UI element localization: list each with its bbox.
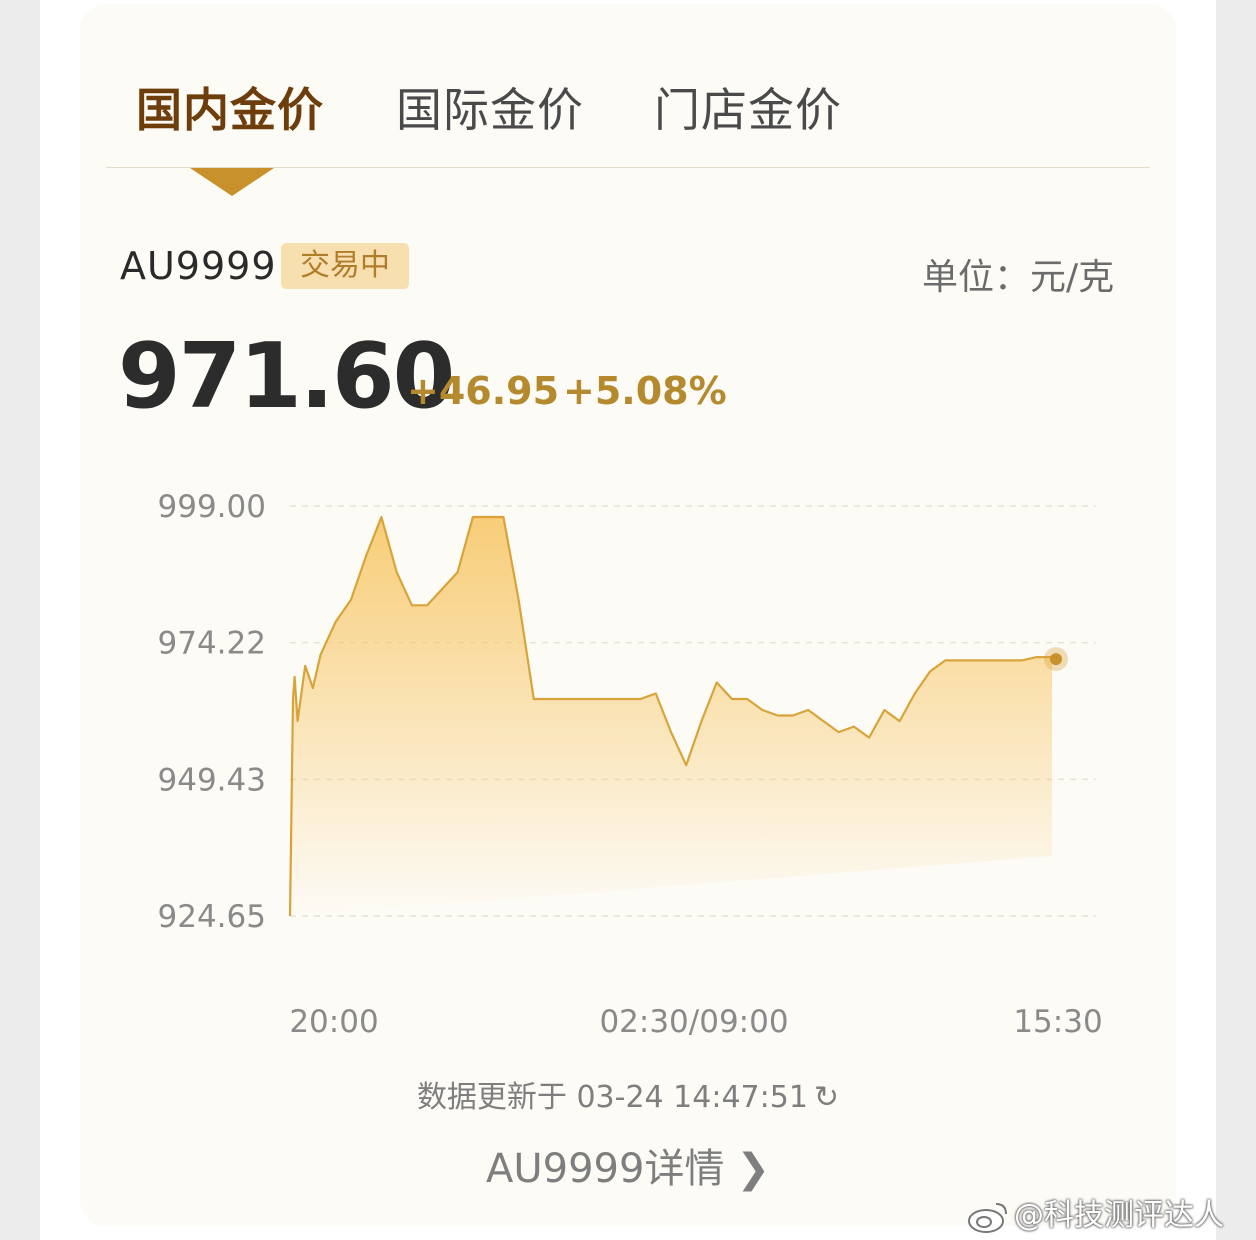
y-tick-label: 924.65 bbox=[158, 899, 266, 935]
active-tab-indicator bbox=[190, 168, 274, 196]
tab-store-gold[interactable]: 门店金价 bbox=[654, 74, 842, 140]
refresh-icon[interactable]: ↻ bbox=[814, 1080, 839, 1115]
price-area bbox=[290, 517, 1052, 916]
au9999-detail-link[interactable]: AU9999详情 ❯ bbox=[80, 1136, 1176, 1194]
update-time-line: 数据更新于 03-24 14:47:51 ↻ bbox=[80, 1072, 1176, 1116]
price-unit: 单位：元/克 bbox=[922, 257, 1115, 298]
tab-domestic-gold[interactable]: 国内金价 bbox=[136, 74, 324, 140]
gold-price-card: 国内金价 国际金价 门店金价 AU9999 交易中 单位：元/克 971.60 … bbox=[80, 4, 1176, 1226]
trading-status-badge: 交易中 bbox=[281, 243, 409, 289]
intraday-price-chart[interactable]: 999.00 974.22 949.43 924.65 20:00 02:30/09:00… bbox=[80, 474, 1176, 1054]
y-tick-label: 949.43 bbox=[158, 762, 266, 798]
watermark-text: @科技测评达人 bbox=[1014, 1198, 1224, 1233]
price-change-percent: +5.08% bbox=[563, 369, 727, 413]
x-tick-label: 02:30/09:00 bbox=[599, 1004, 788, 1040]
watermark: @科技测评达人 bbox=[966, 1190, 1224, 1234]
update-time-text: 数据更新于 03-24 14:47:51 bbox=[416, 1080, 808, 1115]
price-change: +46.95 bbox=[407, 369, 560, 413]
current-price: 971.60 bbox=[118, 324, 455, 429]
weibo-icon bbox=[968, 1202, 1007, 1233]
y-tick-label: 999.00 bbox=[158, 489, 266, 525]
y-tick-label: 974.22 bbox=[158, 626, 266, 662]
x-tick-label: 15:30 bbox=[1013, 1004, 1102, 1040]
tab-international-gold[interactable]: 国际金价 bbox=[396, 74, 584, 140]
chevron-right-icon: ❯ bbox=[736, 1146, 770, 1192]
instrument-code: AU9999 bbox=[120, 244, 277, 288]
x-tick-label: 20:00 bbox=[289, 1004, 378, 1040]
last-price-dot bbox=[1050, 653, 1062, 666]
detail-link-label: AU9999详情 bbox=[486, 1146, 725, 1192]
